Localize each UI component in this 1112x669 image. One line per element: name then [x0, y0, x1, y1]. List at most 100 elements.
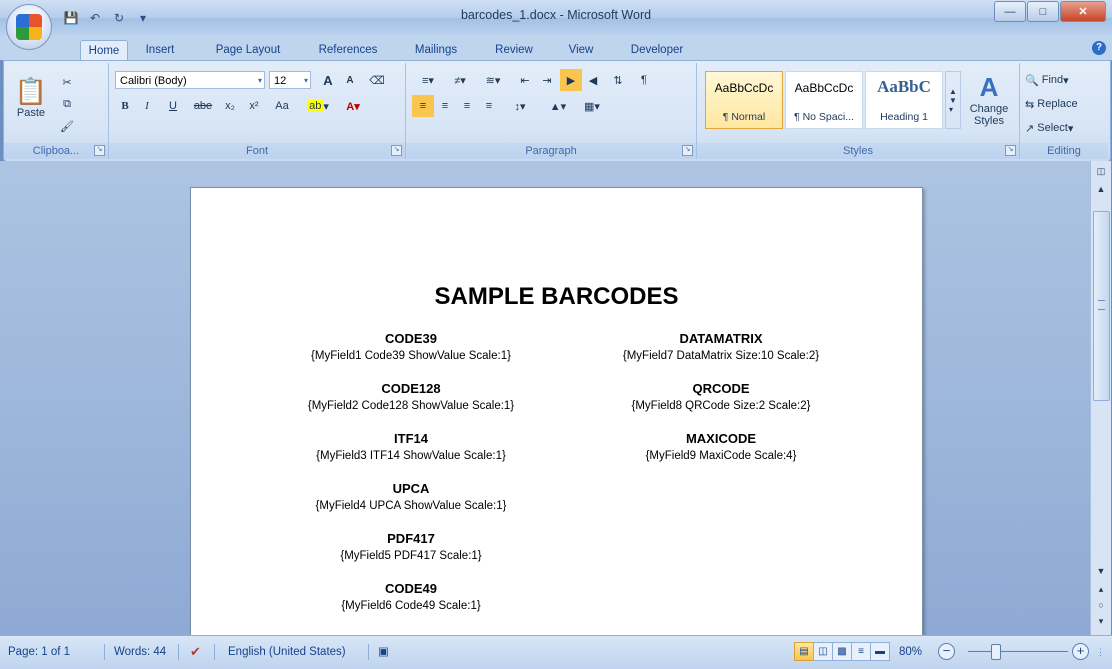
barcode-name: ITF14	[394, 431, 428, 446]
style-no-spacing-sample: AaBbCcDc	[794, 81, 854, 95]
underline-button[interactable]: U	[159, 95, 187, 117]
select-button[interactable]: ↗ Select ▾	[1024, 117, 1096, 139]
office-button[interactable]	[6, 4, 52, 50]
align-center-icon[interactable]: ≡	[434, 95, 456, 117]
paste-button[interactable]: 📋 Paste	[10, 67, 52, 127]
full-screen-reading-icon[interactable]: ◫	[813, 642, 833, 661]
bold-button[interactable]: B	[115, 95, 135, 117]
tab-references[interactable]: References	[306, 40, 390, 60]
barcode-name: CODE49	[384, 581, 438, 596]
shading-icon[interactable]: ▲▾	[540, 95, 576, 117]
maximize-button[interactable]: □	[1027, 1, 1059, 22]
align-right-icon[interactable]: ≡	[456, 95, 478, 117]
tab-mailings[interactable]: Mailings	[404, 40, 468, 60]
resize-grip-icon[interactable]: ⋮	[1096, 643, 1105, 661]
vertical-scrollbar[interactable]: ◫ ▲ ▼ ▴ ○ ▾	[1090, 161, 1111, 635]
font-size-select[interactable]: 12 ▾	[269, 71, 311, 89]
decrease-indent-icon[interactable]: ⇤	[514, 69, 536, 91]
styles-scroll-icon[interactable]: ▲ ▼ ▾	[945, 71, 961, 129]
increase-indent-icon[interactable]: ⇥	[536, 69, 558, 91]
document-page[interactable]: SAMPLE BARCODES CODE39 {MyField1 Code39 S…	[190, 187, 923, 637]
paragraph-launcher-icon[interactable]: ↘	[682, 145, 693, 156]
copy-icon[interactable]: ⧉	[56, 93, 78, 115]
subscript-button[interactable]: x₂	[219, 95, 241, 117]
draft-icon[interactable]: ▬	[870, 642, 890, 661]
tab-home[interactable]: Home	[80, 40, 128, 61]
clear-formatting-icon[interactable]: ⌫	[365, 69, 389, 91]
justify-icon[interactable]: ≡	[478, 95, 500, 117]
highlight-icon[interactable]: ab ▾	[301, 95, 335, 117]
font-launcher-icon[interactable]: ↘	[391, 145, 402, 156]
align-left-icon[interactable]: ≡	[412, 95, 434, 117]
scroll-up-icon[interactable]: ▲	[1093, 181, 1109, 197]
font-family-select[interactable]: Calibri (Body) ▾	[115, 71, 265, 89]
next-page-icon[interactable]: ▾	[1093, 613, 1109, 629]
macro-record-icon[interactable]: ▣	[378, 643, 389, 661]
language-status[interactable]: English (United States)	[228, 643, 346, 661]
tab-page-layout[interactable]: Page Layout	[207, 40, 289, 60]
zoom-in-icon[interactable]: +	[1072, 643, 1089, 660]
help-icon[interactable]: ?	[1092, 41, 1106, 55]
clipboard-launcher-icon[interactable]: ↘	[94, 145, 105, 156]
italic-button[interactable]: I	[137, 95, 157, 117]
outline-icon[interactable]: ≡	[851, 642, 871, 661]
superscript-button[interactable]: x²	[243, 95, 265, 117]
shrink-font-button[interactable]: A	[339, 69, 361, 91]
styles-launcher-icon[interactable]: ↘	[1005, 145, 1016, 156]
barcode-entry: MAXICODE {MyField9 MaxiCode Scale:4}	[571, 430, 871, 464]
web-layout-icon[interactable]: ▩	[832, 642, 852, 661]
barcode-field[interactable]: {MyField3 ITF14 ShowValue Scale:1}	[251, 448, 571, 464]
numbering-icon[interactable]: ≠▾	[444, 69, 476, 91]
tab-review[interactable]: Review	[486, 40, 542, 60]
cut-icon[interactable]: ✂	[56, 71, 78, 93]
tab-view[interactable]: View	[559, 40, 603, 60]
tab-developer[interactable]: Developer	[620, 40, 694, 60]
find-button[interactable]: 🔍 Find ▾	[1024, 69, 1086, 91]
change-case-button[interactable]: Aa	[267, 95, 297, 117]
barcode-field[interactable]: {MyField7 DataMatrix Size:10 Scale:2}	[571, 348, 871, 364]
previous-page-icon[interactable]: ▴	[1093, 581, 1109, 597]
ltr-icon[interactable]: ▶	[560, 69, 582, 91]
minimize-button[interactable]: —	[994, 1, 1026, 22]
zoom-out-icon[interactable]: −	[938, 643, 955, 660]
replace-button[interactable]: ⇆ Replace	[1024, 93, 1104, 115]
barcode-field[interactable]: {MyField6 Code49 Scale:1}	[251, 598, 571, 614]
format-painter-icon[interactable]: 🖌	[56, 115, 78, 137]
word-count[interactable]: Words: 44	[114, 643, 166, 661]
barcode-field[interactable]: {MyField5 PDF417 Scale:1}	[251, 548, 571, 564]
barcode-field[interactable]: {MyField1 Code39 ShowValue Scale:1}	[251, 348, 571, 364]
show-marks-button[interactable]: ¶	[632, 69, 656, 91]
ruler-toggle-icon[interactable]: ◫	[1093, 163, 1109, 179]
barcode-entry: PDF417 {MyField5 PDF417 Scale:1}	[251, 530, 571, 564]
zoom-slider[interactable]	[968, 651, 1068, 652]
style-normal[interactable]: AaBbCcDc ¶ Normal	[705, 71, 783, 129]
style-heading-1[interactable]: AaBbC Heading 1	[865, 71, 943, 129]
borders-icon[interactable]: ▦▾	[576, 95, 608, 117]
barcode-field[interactable]: {MyField9 MaxiCode Scale:4}	[571, 448, 871, 464]
scroll-down-icon[interactable]: ▼	[1093, 563, 1109, 579]
close-button[interactable]: ✕	[1060, 1, 1106, 22]
line-spacing-icon[interactable]: ↕▾	[504, 95, 536, 117]
paste-label: Paste	[16, 106, 46, 119]
barcode-field[interactable]: {MyField8 QRCode Size:2 Scale:2}	[571, 398, 871, 414]
bullets-icon[interactable]: ≡▾	[412, 69, 444, 91]
grow-font-button[interactable]: A	[317, 69, 339, 91]
zoom-level[interactable]: 80%	[899, 643, 922, 661]
select-browse-object-icon[interactable]: ○	[1093, 597, 1109, 613]
strikethrough-button[interactable]: abe	[189, 95, 217, 117]
page-count[interactable]: Page: 1 of 1	[8, 643, 70, 661]
barcode-field[interactable]: {MyField4 UPCA ShowValue Scale:1}	[251, 498, 571, 514]
scroll-thumb[interactable]	[1093, 211, 1110, 401]
style-no-spacing[interactable]: AaBbCcDc ¶ No Spaci...	[785, 71, 863, 129]
print-layout-icon[interactable]: ▤	[794, 642, 814, 661]
proofing-icon[interactable]: ✔	[190, 643, 201, 661]
font-color-icon[interactable]: A▾	[337, 95, 369, 117]
multilevel-list-icon[interactable]: ≋▾	[476, 69, 510, 91]
rtl-icon[interactable]: ◀	[582, 69, 604, 91]
barcode-field[interactable]: {MyField2 Code128 ShowValue Scale:1}	[251, 398, 571, 414]
zoom-slider-thumb[interactable]	[991, 644, 1001, 660]
window-title: barcodes_1.docx - Microsoft Word	[460, 8, 652, 22]
sort-icon[interactable]: ⇅	[606, 69, 630, 91]
tab-insert[interactable]: Insert	[138, 40, 182, 60]
change-styles-button[interactable]: A Change Styles	[963, 67, 1015, 131]
